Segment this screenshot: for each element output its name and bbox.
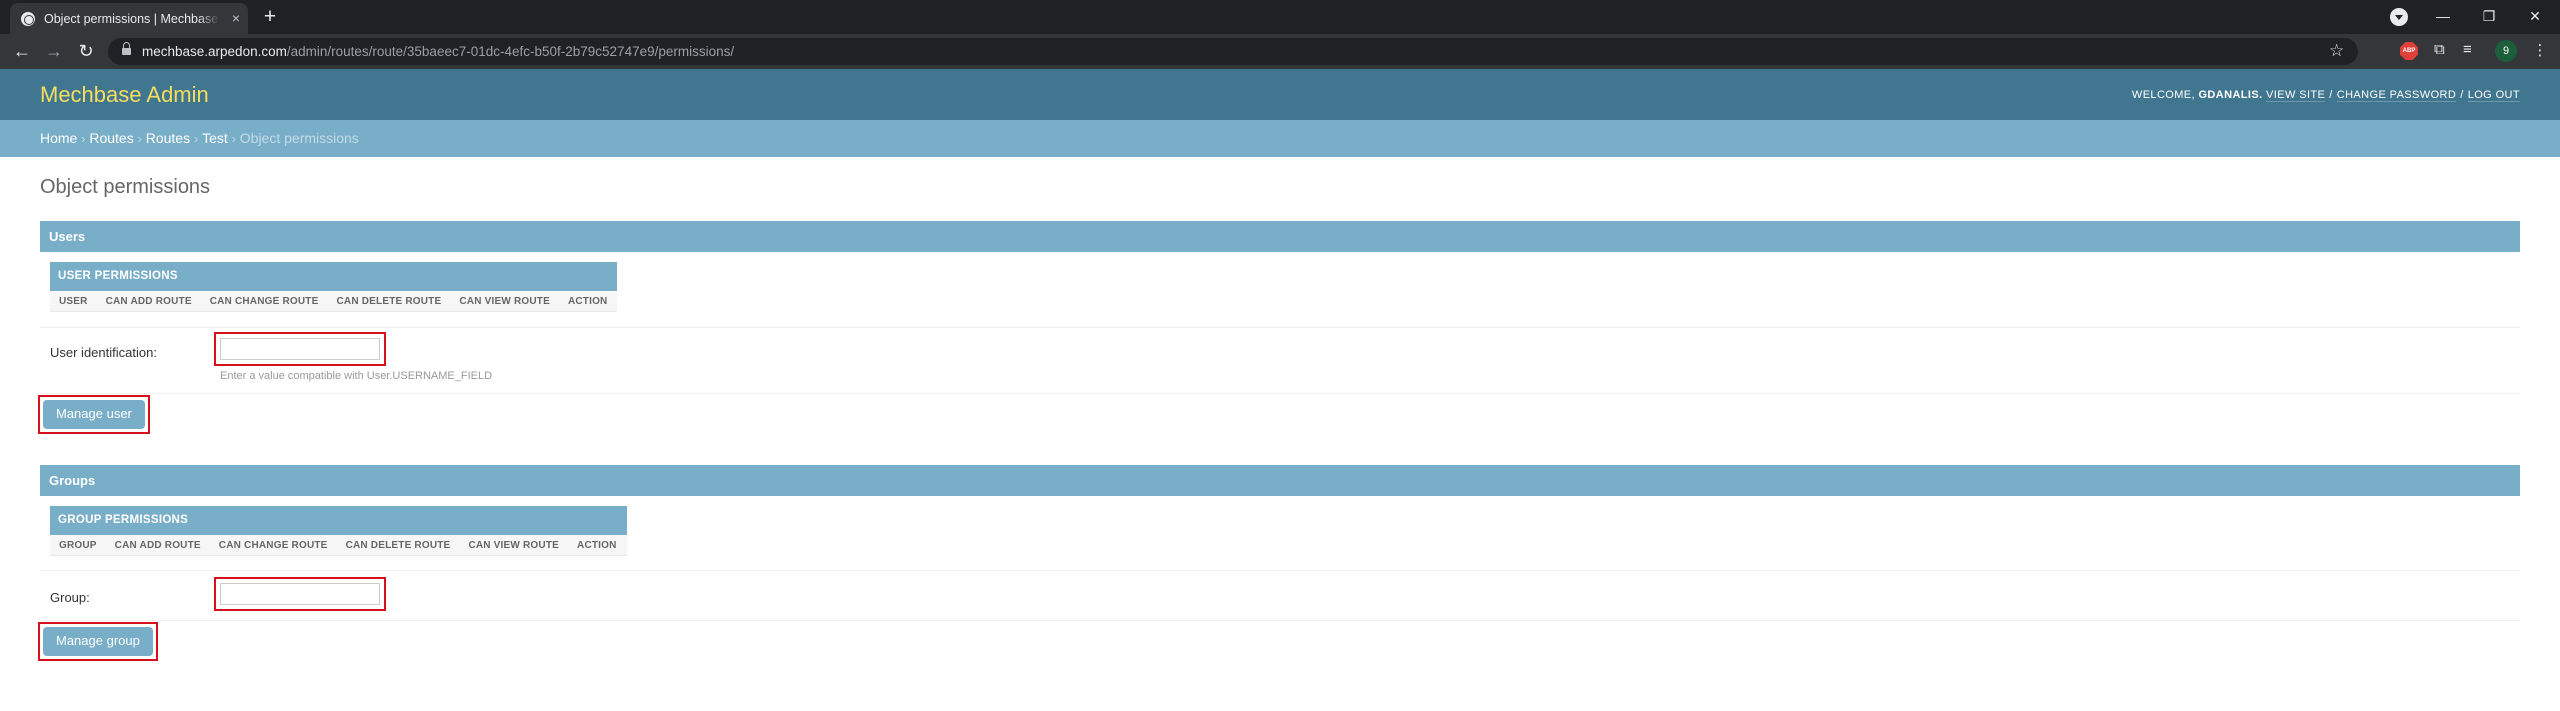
site-title[interactable]: Mechbase Admin <box>40 82 209 108</box>
restore-button[interactable]: ❐ <box>2466 2 2512 30</box>
group-permissions-columns: GROUP CAN ADD ROUTE CAN CHANGE ROUTE CAN… <box>50 535 627 556</box>
manage-group-highlight: Manage group <box>38 622 158 661</box>
divider <box>40 393 2520 394</box>
breadcrumb-current: Object permissions <box>239 130 359 146</box>
column-header: CAN VIEW ROUTE <box>459 296 550 307</box>
divider <box>40 327 2520 328</box>
column-header: GROUP <box>59 540 97 551</box>
tab-title: Object permissions | Mechbase Admin <box>44 12 220 26</box>
user-permissions-caption: USER PERMISSIONS <box>50 262 617 291</box>
change-password-link[interactable]: CHANGE PASSWORD <box>2336 89 2457 102</box>
profile-avatar[interactable]: 9 <box>2495 40 2517 62</box>
admin-header: Mechbase Admin WELCOME, GDANALIS. VIEW S… <box>0 69 2560 120</box>
column-header: CAN ADD ROUTE <box>105 296 192 307</box>
column-header: CAN VIEW ROUTE <box>468 540 560 551</box>
url-path: /admin/routes/route/35baeec7-01dc-4efc-b… <box>286 44 735 59</box>
star-icon[interactable]: ☆ <box>2329 41 2344 61</box>
group-permissions-caption: GROUP PERMISSIONS <box>50 506 627 535</box>
groups-module-header: Groups <box>40 465 2520 496</box>
media-queue-icon[interactable]: ≡ <box>2463 42 2481 58</box>
breadcrumb-separator: › <box>137 132 142 146</box>
new-tab-button[interactable]: + <box>259 6 281 28</box>
breadcrumb-routes-model[interactable]: Routes <box>146 130 190 146</box>
welcome-text: WELCOME, <box>2131 89 2195 101</box>
log-out-link[interactable]: LOG OUT <box>2467 89 2520 102</box>
divider <box>40 570 2520 571</box>
column-header: CAN ADD ROUTE <box>114 540 201 551</box>
breadcrumb-home[interactable]: Home <box>40 130 77 146</box>
separator: / <box>2460 89 2464 101</box>
column-header: ACTION <box>567 296 608 307</box>
help-text: Enter a value compatible with User.USERN… <box>220 370 493 382</box>
manage-user-highlight: Manage user <box>38 395 150 434</box>
column-header: CAN CHANGE ROUTE <box>218 540 328 551</box>
column-header: ACTION <box>577 540 617 551</box>
breadcrumb-separator: › <box>194 132 199 146</box>
breadcrumb-separator: › <box>231 132 236 146</box>
users-module-header: Users <box>40 221 2520 252</box>
column-header: USER <box>59 296 88 307</box>
column-header: CAN DELETE ROUTE <box>336 296 442 307</box>
globe-icon <box>21 12 35 26</box>
separator: / <box>2329 89 2333 101</box>
manage-group-button[interactable]: Manage group <box>43 627 153 656</box>
group-permissions-table: GROUP PERMISSIONS GROUP CAN ADD ROUTE CA… <box>50 506 627 556</box>
user-identification-input[interactable] <box>220 338 380 360</box>
column-header: CAN DELETE ROUTE <box>345 540 451 551</box>
kebab-menu-icon[interactable]: ⋮ <box>2530 41 2550 61</box>
view-site-link[interactable]: VIEW SITE <box>2266 89 2326 102</box>
breadcrumb-routes-app[interactable]: Routes <box>89 130 133 146</box>
back-button[interactable]: ← <box>10 39 34 63</box>
puzzle-icon[interactable]: ⧉ <box>2434 42 2450 58</box>
groups-module-title: Groups <box>49 473 96 488</box>
group-field-highlight <box>214 577 386 611</box>
user-identification-field-highlight <box>214 332 386 366</box>
adblock-plus-icon[interactable]: ABP <box>2400 42 2418 60</box>
lock-icon[interactable] <box>122 42 131 56</box>
page-title: Object permissions <box>40 176 211 198</box>
address-bar[interactable]: mechbase.arpedon.com/admin/routes/route/… <box>108 38 2358 65</box>
browser-toolbar: ← → ↻ mechbase.arpedon.com/admin/routes/… <box>0 34 2560 69</box>
breadcrumb-separator: › <box>81 132 86 146</box>
reload-button[interactable]: ↻ <box>74 39 98 63</box>
url-host: mechbase.arpedon.com <box>142 44 287 59</box>
close-window-button[interactable]: ✕ <box>2512 2 2558 30</box>
column-header: CAN CHANGE ROUTE <box>209 296 319 307</box>
user-tools: WELCOME, GDANALIS. VIEW SITE / CHANGE PASS… <box>2131 89 2520 102</box>
tab-search-icon[interactable] <box>2390 8 2408 26</box>
breadcrumb-test[interactable]: Test <box>202 130 228 146</box>
url-text[interactable]: mechbase.arpedon.com/admin/routes/route/… <box>142 44 734 59</box>
forward-button[interactable]: → <box>42 39 66 63</box>
group-label: Group: <box>50 590 90 605</box>
user-identification-label: User identification: <box>50 345 157 360</box>
browser-tab[interactable]: Object permissions | Mechbase Admin × <box>10 3 248 34</box>
breadcrumb: Home › Routes › Routes › Test › Object permissio… <box>0 120 2560 157</box>
divider <box>40 620 2520 621</box>
user-permissions-columns: USER CAN ADD ROUTE CAN CHANGE ROUTE CAN … <box>50 291 617 312</box>
group-input[interactable] <box>220 583 380 605</box>
manage-user-button[interactable]: Manage user <box>43 400 145 429</box>
close-tab-icon[interactable]: × <box>229 11 243 25</box>
user-permissions-table: USER PERMISSIONS USER CAN ADD ROUTE CAN … <box>50 262 617 312</box>
users-module-title: Users <box>49 229 86 244</box>
browser-tab-strip: Object permissions | Mechbase Admin × + … <box>0 0 2560 34</box>
minimize-button[interactable]: — <box>2420 2 2466 30</box>
username: GDANALIS. <box>2198 89 2263 101</box>
